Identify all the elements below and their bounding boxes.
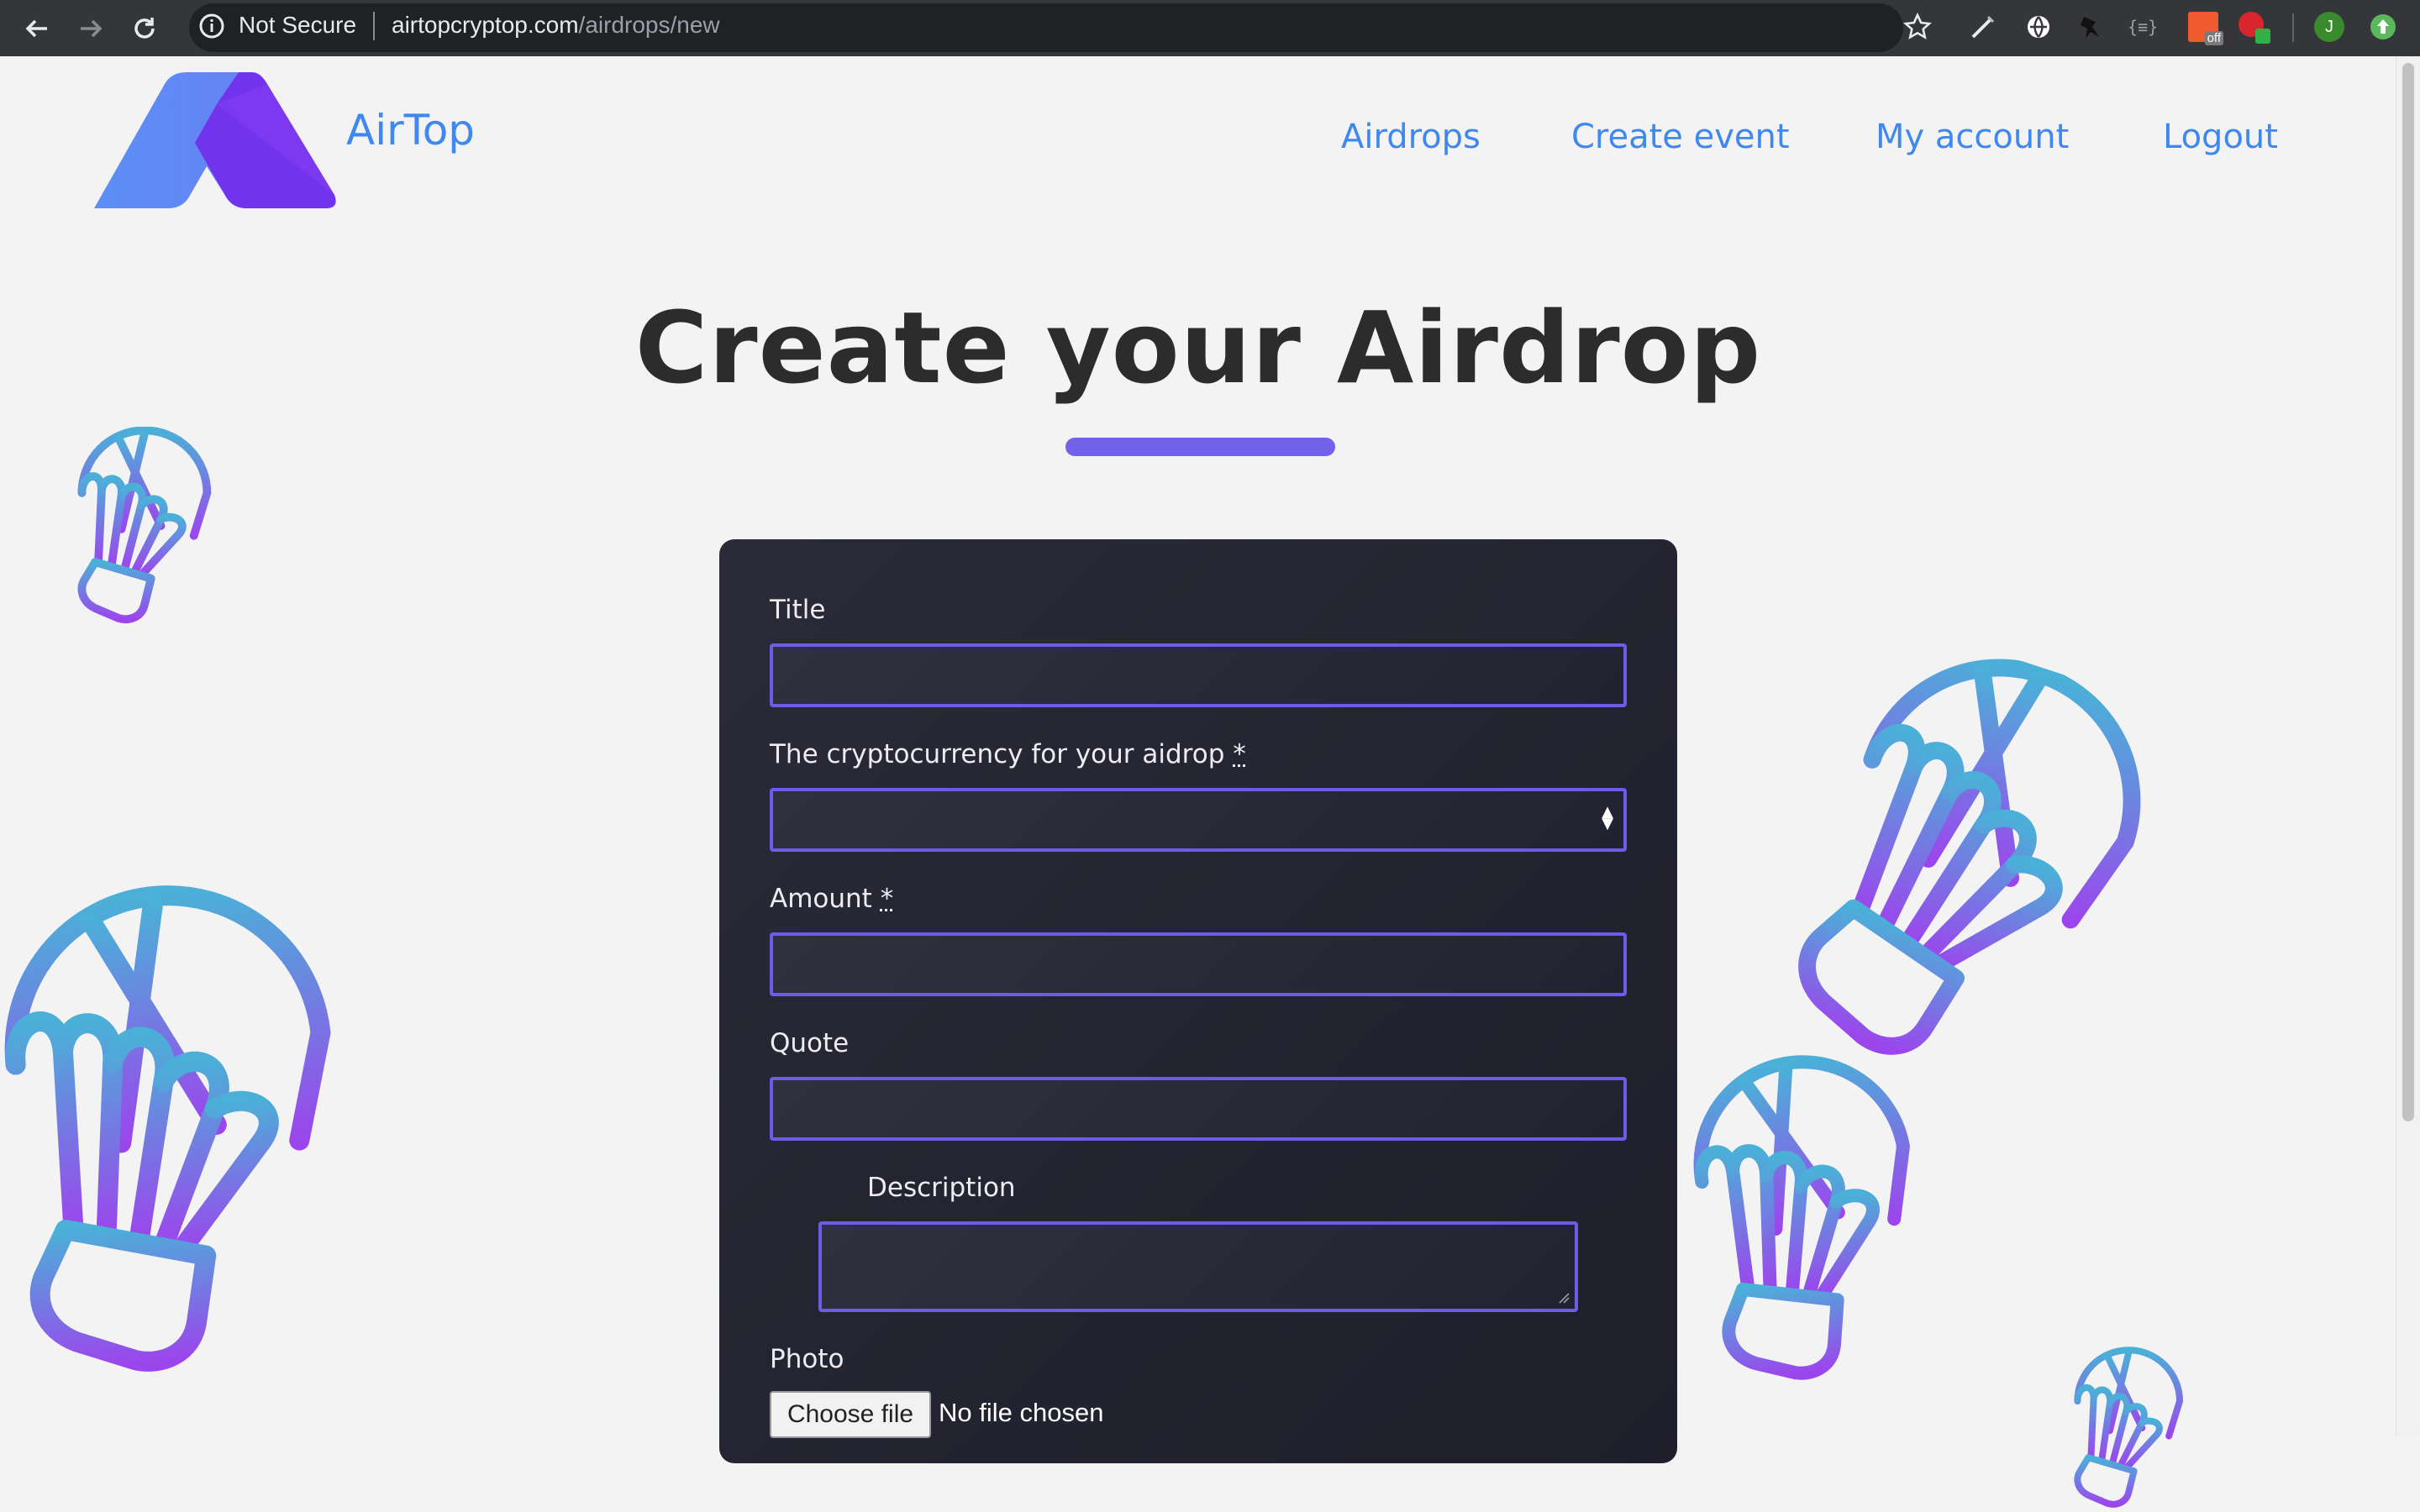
browser-toolbar: Not Secure airtopcryptop.com/airdrops/ne… bbox=[0, 0, 2420, 56]
brand-name[interactable]: AirTop bbox=[346, 106, 475, 155]
parachute-decoration-large-left bbox=[0, 823, 370, 1436]
ninja-extension-icon[interactable] bbox=[2075, 12, 2106, 42]
arrow-left-icon bbox=[25, 19, 47, 38]
quote-input[interactable] bbox=[770, 1077, 1627, 1141]
security-status[interactable]: Not Secure bbox=[239, 12, 356, 39]
nav-airdrops[interactable]: Airdrops bbox=[1341, 118, 1481, 156]
parachute-decoration-right-top bbox=[1781, 655, 2160, 1075]
arrow-right-icon bbox=[81, 19, 103, 38]
forward-button[interactable] bbox=[72, 10, 109, 47]
title-underline bbox=[1065, 438, 1335, 456]
url-text[interactable]: airtopcryptop.com/airdrops/new bbox=[392, 12, 720, 39]
globe-extension-icon[interactable] bbox=[2023, 12, 2054, 42]
profile-avatar[interactable]: J bbox=[2314, 12, 2344, 42]
title-label: Title bbox=[770, 595, 826, 625]
required-marker: * bbox=[1233, 739, 1246, 769]
parachute-decoration-right-middle bbox=[1672, 1050, 1941, 1386]
address-separator bbox=[373, 12, 375, 40]
resize-grip-icon[interactable] bbox=[1558, 1292, 1570, 1304]
nav-create-event[interactable]: Create event bbox=[1571, 118, 1790, 156]
page-scrollbar[interactable] bbox=[2396, 56, 2420, 1436]
nav-logout[interactable]: Logout bbox=[2163, 118, 2278, 156]
off-extension-icon[interactable]: off bbox=[2188, 12, 2223, 45]
info-icon[interactable] bbox=[197, 12, 226, 40]
bookmark-star-icon[interactable] bbox=[1902, 12, 1933, 42]
json-extension-icon[interactable]: {≡} bbox=[2128, 12, 2158, 42]
parachute-decoration-bottom-right bbox=[2059, 1344, 2193, 1512]
description-label: Description bbox=[867, 1173, 1016, 1203]
select-arrows-icon: ▲ ▼ bbox=[1602, 803, 1613, 832]
airtop-logo[interactable] bbox=[82, 72, 341, 208]
quote-label: Quote bbox=[770, 1028, 850, 1058]
url-host: airtopcryptop.com bbox=[392, 12, 579, 38]
reload-button[interactable] bbox=[126, 10, 163, 47]
amount-label: Amount * bbox=[770, 884, 893, 914]
url-path: /airdrops/new bbox=[578, 12, 720, 38]
off-badge: off bbox=[2204, 31, 2223, 45]
nav-my-account[interactable]: My account bbox=[1876, 118, 2069, 156]
description-textarea[interactable] bbox=[818, 1221, 1578, 1312]
file-status: No file chosen bbox=[939, 1398, 1104, 1427]
currency-label: The cryptocurrency for your aidrop * bbox=[770, 739, 1246, 769]
amount-input[interactable] bbox=[770, 932, 1627, 996]
required-marker: * bbox=[880, 884, 894, 914]
adblock-extension-icon[interactable] bbox=[2238, 12, 2270, 44]
choose-file-button[interactable]: Choose file bbox=[770, 1391, 931, 1438]
scroll-thumb[interactable] bbox=[2402, 63, 2414, 1121]
update-arrow-icon[interactable] bbox=[2368, 12, 2398, 42]
reload-icon bbox=[134, 18, 155, 39]
title-input[interactable] bbox=[770, 643, 1627, 707]
back-button[interactable] bbox=[18, 10, 55, 47]
amount-label-text: Amount bbox=[770, 884, 872, 914]
pen-extension-icon[interactable] bbox=[1968, 12, 1998, 42]
parachute-decoration-small-left bbox=[59, 427, 224, 625]
currency-select[interactable]: ▲ ▼ bbox=[770, 788, 1627, 852]
photo-label: Photo bbox=[770, 1344, 844, 1374]
page-title: Create your Airdrop bbox=[634, 290, 1762, 406]
toolbar-divider bbox=[2292, 13, 2294, 42]
currency-label-text: The cryptocurrency for your aidrop bbox=[770, 739, 1225, 769]
